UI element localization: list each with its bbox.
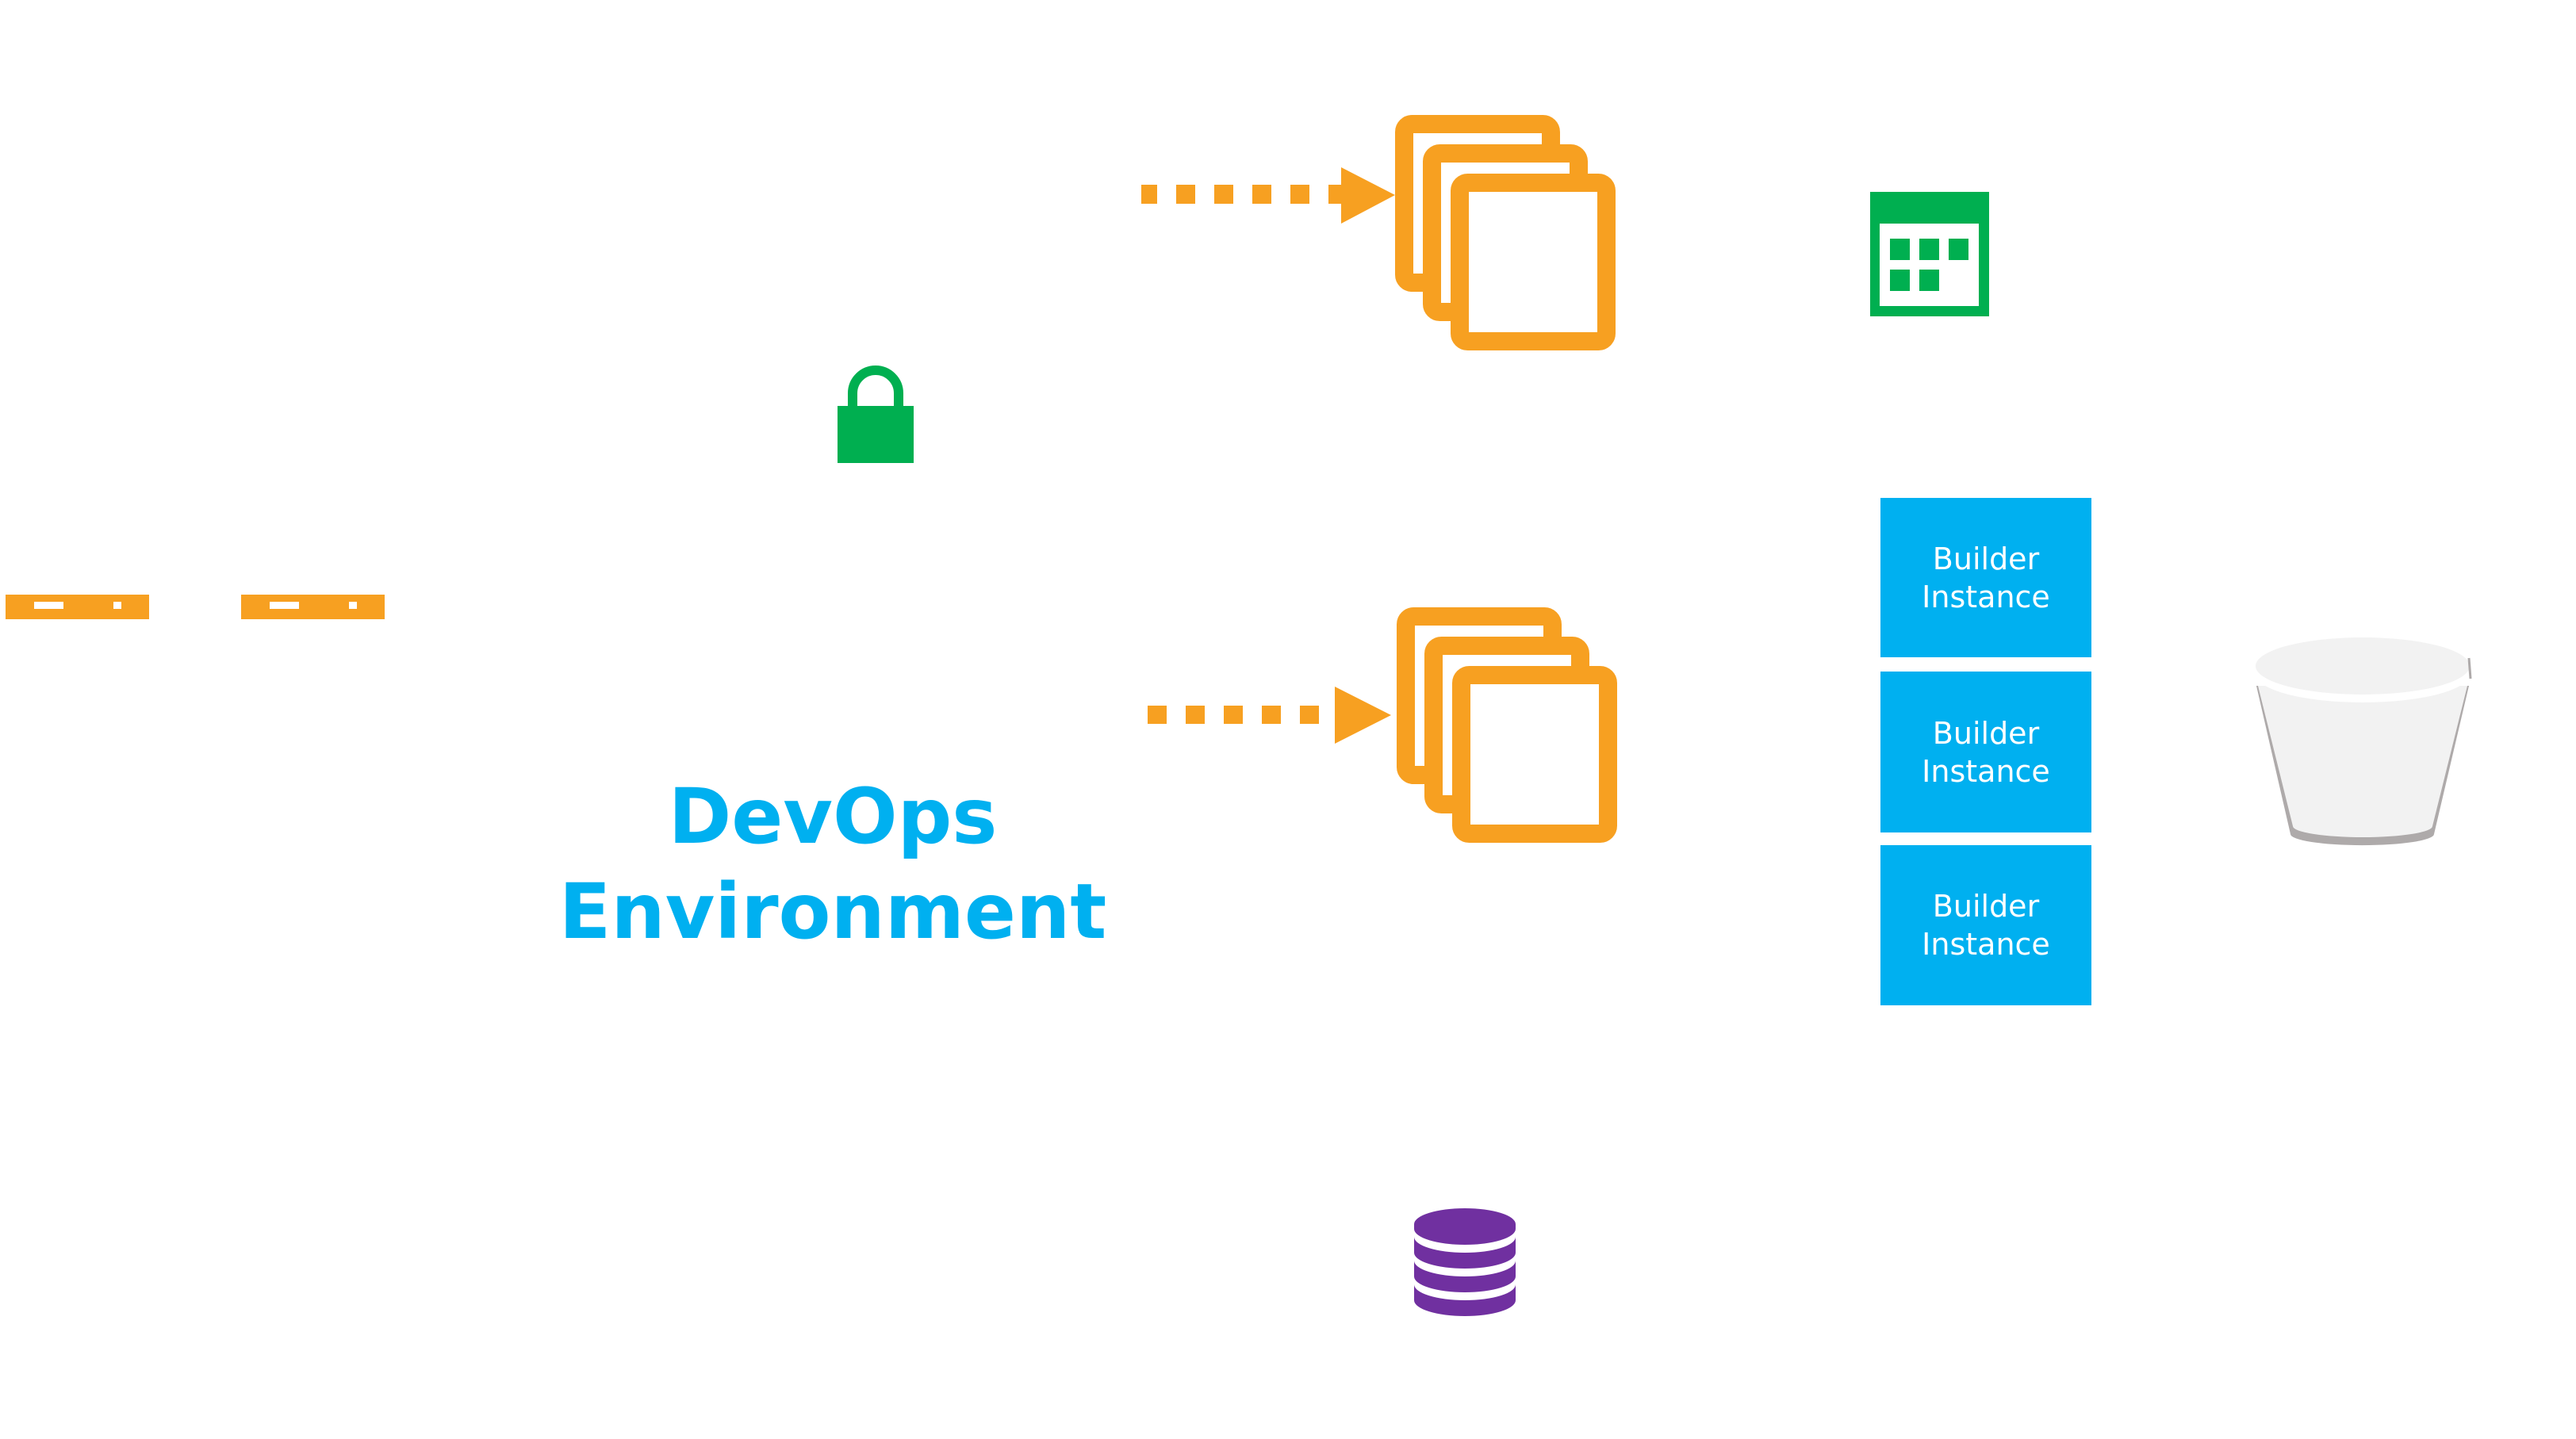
builder-instance-label-line2: Instance xyxy=(1922,927,2050,962)
storage-bucket-icon xyxy=(2256,637,2472,846)
server-bar-icon xyxy=(6,595,149,619)
instances-stack-icon[interactable] xyxy=(1397,607,1619,845)
diagram-title-line2: Environment xyxy=(558,867,1107,956)
calendar-icon xyxy=(1870,192,1989,316)
builder-instance-label-line2: Instance xyxy=(1922,579,2050,614)
database-icon xyxy=(1414,1208,1516,1316)
builder-instance-label-line1: Builder xyxy=(1932,541,2040,576)
lock-icon xyxy=(838,365,914,463)
builder-instance-label-line1: Builder xyxy=(1932,889,2040,924)
server-bar-icon xyxy=(241,595,385,619)
builder-instance-box[interactable]: Builder Instance xyxy=(1880,845,2091,1005)
builder-instance-label-line2: Instance xyxy=(1922,753,2050,789)
builder-instance-box[interactable]: Builder Instance xyxy=(1880,672,2091,832)
builder-instance-label-line1: Builder xyxy=(1932,715,2040,751)
dotted-arrow-icon[interactable] xyxy=(1148,687,1393,744)
diagram-title-line1: DevOps xyxy=(668,772,998,861)
builder-instance-box[interactable]: Builder Instance xyxy=(1880,498,2091,657)
instances-stack-icon[interactable] xyxy=(1395,115,1617,353)
dotted-arrow-icon[interactable] xyxy=(1141,167,1397,224)
